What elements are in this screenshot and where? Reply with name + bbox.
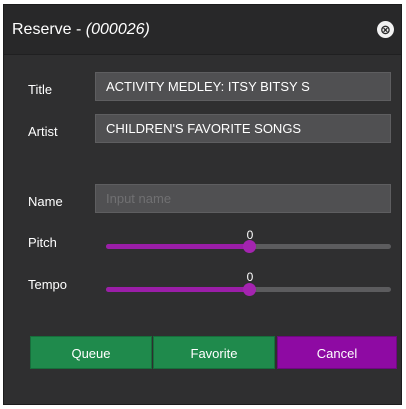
dialog-titlebar: Reserve - (000026) ⊗ (4, 5, 401, 55)
pitch-slider[interactable] (106, 240, 391, 253)
queue-button[interactable]: Queue (30, 336, 152, 369)
close-icon[interactable]: ⊗ (377, 21, 394, 38)
dialog-title: Reserve - (000026) (12, 21, 150, 39)
tempo-value: 0 (246, 270, 254, 284)
tempo-slider[interactable] (106, 283, 391, 296)
artist-field[interactable]: CHILDREN'S FAVORITE SONGS (95, 114, 391, 143)
title-label: Title (28, 82, 53, 97)
name-input[interactable] (95, 184, 391, 213)
pitch-label: Pitch (28, 235, 57, 250)
dialog-title-code: (000026) (85, 21, 150, 38)
tempo-slider-fill (106, 287, 249, 292)
favorite-button[interactable]: Favorite (153, 336, 275, 369)
tempo-slider-thumb[interactable] (242, 283, 256, 296)
artist-label: Artist (28, 124, 58, 139)
cancel-button[interactable]: Cancel (277, 336, 397, 369)
name-label: Name (28, 194, 63, 209)
reserve-dialog: Reserve - (000026) ⊗ Title ACTIVITY MEDL… (3, 4, 402, 405)
title-field[interactable]: ACTIVITY MEDLEY: ITSY BITSY S (95, 72, 391, 101)
tempo-label: Tempo (28, 277, 68, 292)
pitch-slider-thumb[interactable] (242, 240, 256, 253)
pitch-slider-fill (106, 244, 249, 249)
dialog-title-prefix: Reserve - (12, 21, 86, 38)
